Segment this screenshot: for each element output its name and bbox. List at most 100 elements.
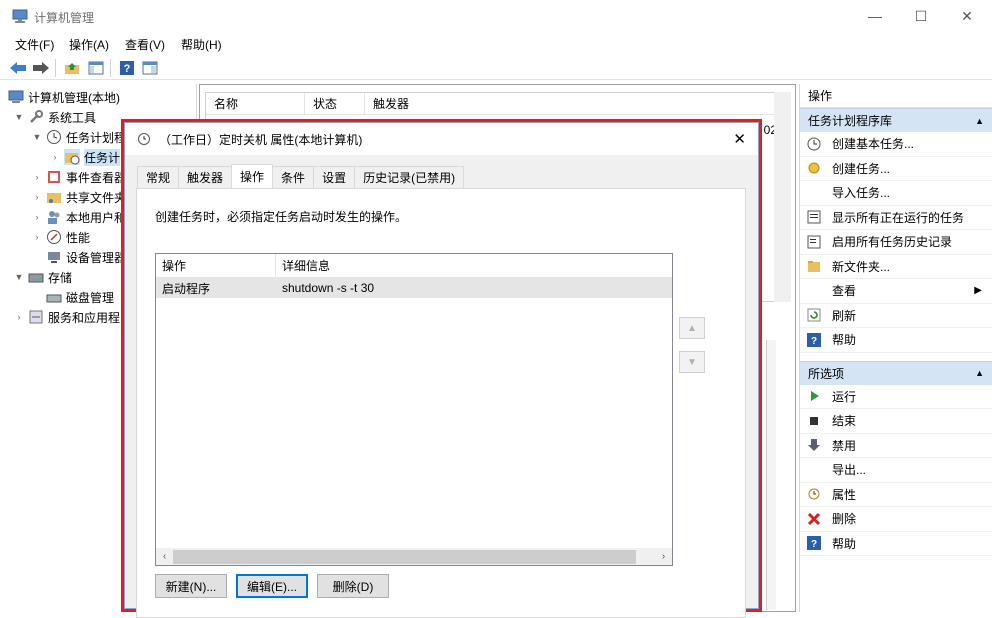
menu-view[interactable]: 查看(V) — [125, 36, 165, 53]
console-tree-icon — [88, 61, 104, 75]
scroll-left-icon[interactable]: ‹ — [156, 551, 173, 562]
move-down-button[interactable]: ▼ — [679, 351, 705, 373]
chevron-right-icon[interactable]: › — [14, 312, 24, 322]
action-create-task[interactable]: 创建任务... — [800, 157, 992, 181]
stop-icon — [806, 413, 822, 429]
tab-general[interactable]: 常规 — [137, 166, 180, 188]
chevron-down-icon[interactable]: ▼ — [14, 112, 24, 122]
action-label: 删除 — [832, 512, 857, 527]
scroll-right-icon[interactable]: › — [655, 551, 672, 562]
action-label: 刷新 — [832, 308, 857, 323]
minimize-button[interactable]: — — [852, 0, 898, 32]
collapse-icon[interactable]: ▲ — [975, 116, 984, 126]
toolbar-separator — [110, 59, 111, 77]
action-refresh[interactable]: 刷新 — [800, 304, 992, 328]
dialog-close-icon[interactable]: ✕ — [733, 130, 746, 148]
tree-label: 设备管理器 — [66, 250, 127, 265]
collapse-icon[interactable]: ▲ — [975, 368, 984, 378]
back-arrow-icon — [10, 62, 26, 74]
tree-label: 任务计划程 — [66, 130, 127, 145]
new-folder-icon — [806, 258, 822, 274]
column-trigger[interactable]: 触发器 — [365, 93, 565, 115]
action-new-folder[interactable]: 新文件夹... — [800, 255, 992, 279]
running-tasks-icon — [806, 209, 822, 225]
tools-icon — [28, 109, 44, 125]
chevron-right-icon[interactable]: › — [50, 152, 60, 162]
actions-description: 创建任务时，必须指定任务启动时发生的操作。 — [155, 210, 408, 224]
vertical-scrollbar[interactable] — [774, 92, 791, 302]
button-label: 新建(N)... — [165, 579, 217, 594]
chevron-right-icon[interactable]: › — [32, 212, 42, 222]
scrollbar-thumb[interactable] — [173, 549, 636, 564]
menu-action[interactable]: 操作(A) — [69, 36, 109, 53]
tab-history[interactable]: 历史记录(已禁用) — [354, 166, 465, 188]
action-properties[interactable]: 属性 — [800, 483, 992, 507]
up-folder-button[interactable] — [62, 58, 82, 78]
action-help-1[interactable]: ? 帮助 — [800, 328, 992, 353]
column-status[interactable]: 状态 — [305, 92, 365, 115]
action-enable-history[interactable]: 启用所有任务历史记录 — [800, 230, 992, 255]
tab-actions[interactable]: 操作 — [231, 164, 274, 188]
action-label: 启用所有任务历史记录 — [832, 235, 953, 250]
help-icon: ? — [806, 535, 822, 551]
section-title: 所选项 — [808, 366, 845, 381]
action-label: 属性 — [832, 487, 857, 502]
action-help-2[interactable]: ? 帮助 — [800, 532, 992, 556]
column-name[interactable]: 名称 — [206, 92, 305, 115]
menu-help[interactable]: 帮助(H) — [181, 36, 222, 53]
clock-icon — [46, 129, 62, 145]
tab-triggers[interactable]: 触发器 — [178, 166, 233, 188]
show-hide-tree-button[interactable] — [86, 58, 106, 78]
action-view[interactable]: 查看 ▶ — [800, 279, 992, 304]
action-label: 导入任务... — [832, 186, 891, 201]
tab-conditions[interactable]: 条件 — [272, 166, 315, 188]
tab-settings[interactable]: 设置 — [313, 166, 356, 188]
chevron-down-icon[interactable]: ▼ — [14, 272, 24, 282]
title-bar: 计算机管理 — ☐ ✕ — [0, 0, 992, 32]
action-label: 查看 — [832, 284, 857, 299]
tree-label: 事件查看器 — [66, 170, 127, 185]
close-window-button[interactable]: ✕ — [944, 0, 990, 32]
lower-scrollbar[interactable] — [766, 340, 776, 610]
action-end[interactable]: 结束 — [800, 409, 992, 434]
table-row[interactable]: 启动程序 shutdown -s -t 30 — [156, 278, 672, 298]
actions-list[interactable]: 操作 详细信息 启动程序 shutdown -s -t 30 ‹ › — [155, 253, 673, 566]
menu-file[interactable]: 文件(F) — [15, 36, 54, 53]
folder-up-icon — [65, 63, 79, 74]
action-pane-header: 操作 — [800, 84, 992, 108]
action-export[interactable]: 导出... — [800, 458, 992, 483]
chevron-right-icon[interactable]: › — [32, 192, 42, 202]
action-show-running[interactable]: 显示所有正在运行的任务 — [800, 206, 992, 230]
chevron-right-icon[interactable]: › — [32, 172, 42, 182]
move-up-button[interactable]: ▲ — [679, 317, 705, 339]
action-delete[interactable]: 删除 — [800, 507, 992, 532]
horizontal-scrollbar[interactable]: ‹ › — [156, 548, 672, 565]
section-task-library[interactable]: 任务计划程序库 ▲ — [800, 108, 992, 132]
action-create-basic-task[interactable]: 创建基本任务... — [800, 132, 992, 157]
minimize-icon: — — [868, 8, 882, 24]
submenu-arrow-icon: ▶ — [974, 285, 982, 297]
create-basic-task-icon — [806, 136, 822, 152]
edit-action-button[interactable]: 编辑(E)... — [236, 574, 308, 598]
new-action-button[interactable]: 新建(N)... — [155, 574, 227, 598]
chevron-down-icon[interactable]: ▼ — [32, 132, 42, 142]
tree-item-root[interactable]: 计算机管理(本地) — [0, 87, 197, 107]
delete-action-button[interactable]: 删除(D) — [317, 574, 389, 598]
actions-tab-panel: 创建任务时，必须指定任务启动时发生的操作。 操作 详细信息 启动程序 shutd… — [136, 188, 746, 618]
action-import-task[interactable]: 导入任务... — [800, 181, 992, 206]
forward-button[interactable] — [31, 58, 51, 78]
disable-arrow-icon — [806, 437, 822, 453]
column-action[interactable]: 操作 — [156, 253, 276, 278]
help-toolbar-button[interactable]: ? — [117, 58, 137, 78]
action-run[interactable]: 运行 — [800, 385, 992, 409]
show-action-pane-button[interactable] — [140, 58, 160, 78]
action-label: 新文件夹... — [832, 259, 891, 274]
action-disable[interactable]: 禁用 — [800, 434, 992, 458]
section-selected-item[interactable]: 所选项 ▲ — [800, 360, 992, 385]
column-details[interactable]: 详细信息 — [276, 257, 330, 274]
back-button[interactable] — [8, 58, 28, 78]
actions-list-header: 操作 详细信息 — [156, 253, 672, 278]
tree-label: 任务计 — [84, 148, 121, 166]
maximize-button[interactable]: ☐ — [898, 0, 944, 32]
chevron-right-icon[interactable]: › — [32, 232, 42, 242]
